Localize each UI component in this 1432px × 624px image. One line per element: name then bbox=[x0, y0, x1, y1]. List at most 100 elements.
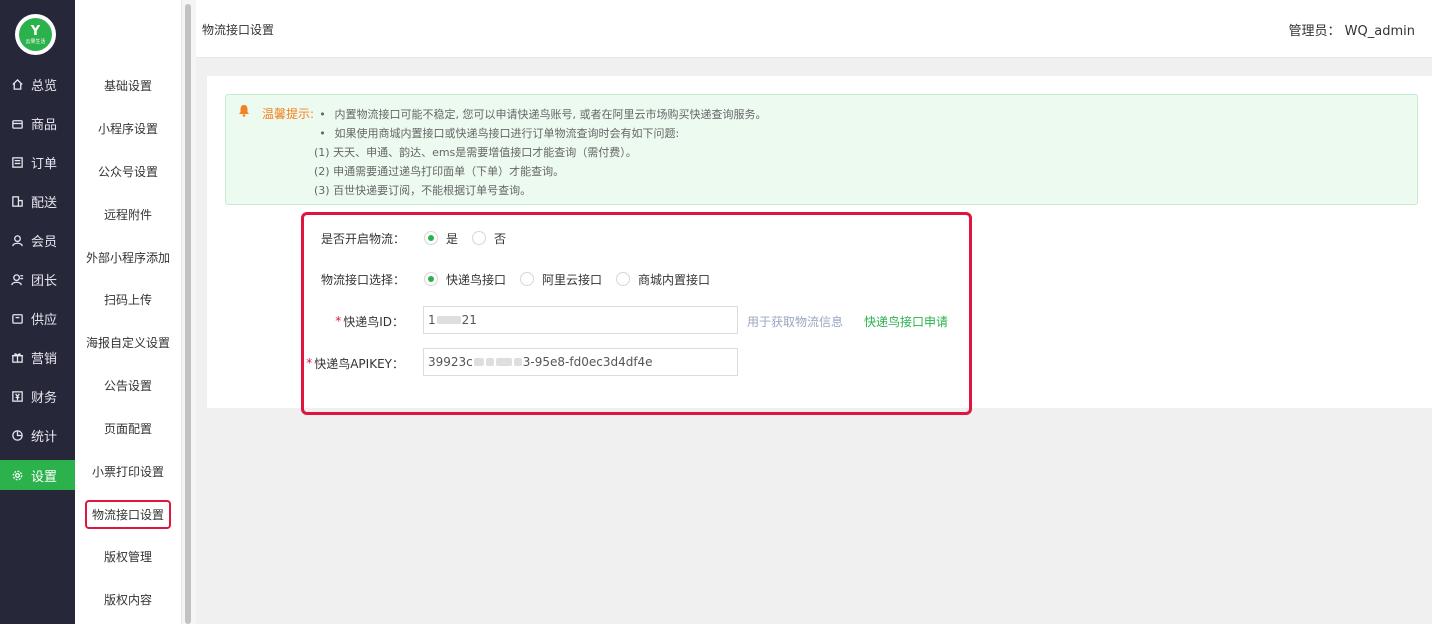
required-mark: * bbox=[306, 356, 313, 370]
nav-item-stats[interactable]: 统计 bbox=[0, 420, 75, 450]
enable-no-label[interactable]: 否 bbox=[494, 230, 506, 247]
submenu-label: 页面配置 bbox=[103, 422, 152, 436]
nav-item-orders[interactable]: 订单 bbox=[0, 147, 75, 177]
delivery-icon bbox=[10, 194, 24, 208]
stats-icon bbox=[10, 428, 24, 442]
aliyun-radio[interactable] bbox=[520, 272, 535, 286]
submenu-item-notice[interactable]: 公告设置 bbox=[75, 377, 181, 394]
masked-text bbox=[495, 358, 512, 366]
submenu-item-external-miniprogram[interactable]: 外部小程序添加 bbox=[75, 249, 181, 266]
enable-yes-label[interactable]: 是 bbox=[446, 230, 458, 247]
submenu-item-logistics[interactable]: 物流接口设置 bbox=[75, 500, 181, 529]
tip-line: (1) 天天、申通、韵达、ems是需要增值接口才能查询（需付费）。 bbox=[314, 143, 766, 162]
kdniao-id-hint: 用于获取物流信息 bbox=[747, 315, 844, 329]
finance-icon bbox=[10, 389, 24, 403]
submenu-item-basic[interactable]: 基础设置 bbox=[75, 77, 181, 94]
api-select-row: 物流接口选择： 快递鸟接口 阿里云接口 商城内置接口 bbox=[321, 270, 724, 288]
submenu-label: 基础设置 bbox=[103, 79, 152, 93]
nav-item-marketing[interactable]: 营销 bbox=[0, 342, 75, 372]
submenu-label: 外部小程序添加 bbox=[85, 251, 170, 265]
submenu-item-copyright[interactable]: 版权管理 bbox=[75, 548, 181, 565]
kdniao-key-label-wrap: * 快递鸟APIKEY： bbox=[306, 354, 404, 372]
page-title: 物流接口设置 bbox=[202, 23, 275, 37]
submenu-label: 物流接口设置 bbox=[84, 500, 171, 529]
tip-text: 内置物流接口可能不稳定, 您可以申请快递鸟账号, 或者在阿里云市场购买快递查询服… bbox=[334, 108, 767, 121]
kdniao-id-label: 快递鸟ID： bbox=[343, 314, 404, 329]
nav-item-overview[interactable]: 总览 bbox=[0, 69, 75, 99]
tip-label: 温馨提示: bbox=[262, 107, 315, 121]
leader-icon bbox=[10, 272, 24, 286]
member-icon bbox=[10, 233, 24, 247]
required-mark: * bbox=[335, 314, 342, 328]
builtin-radio[interactable] bbox=[616, 272, 631, 286]
tip-box: 温馨提示: • 内置物流接口可能不稳定, 您可以申请快递鸟账号, 或者在阿里云市… bbox=[225, 94, 1418, 205]
nav-label: 配送 bbox=[31, 195, 58, 211]
submenu-item-page-config[interactable]: 页面配置 bbox=[75, 420, 181, 437]
masked-text bbox=[513, 358, 522, 366]
tip-text: (3) 百世快递要订阅，不能根据订单号查询。 bbox=[314, 184, 532, 197]
submenu-label: 版权内容 bbox=[103, 593, 152, 607]
kdniao-apikey-input[interactable]: 39923c 3-95e8-fd0ec3d4df4e bbox=[423, 348, 738, 376]
submenu-scrollbar[interactable] bbox=[185, 4, 191, 624]
home-icon bbox=[10, 77, 24, 91]
nav-item-members[interactable]: 会员 bbox=[0, 225, 75, 255]
submenu-item-official-account[interactable]: 公众号设置 bbox=[75, 163, 181, 180]
kdniao-label[interactable]: 快递鸟接口 bbox=[446, 271, 506, 288]
aliyun-label[interactable]: 阿里云接口 bbox=[542, 271, 602, 288]
kdniao-apply-link[interactable]: 快递鸟接口申请 bbox=[864, 313, 948, 330]
submenu-item-miniprogram[interactable]: 小程序设置 bbox=[75, 120, 181, 137]
kdniao-id-value-end: 21 bbox=[461, 313, 477, 327]
kdniao-key-label: 快递鸟APIKEY： bbox=[314, 356, 404, 371]
submenu-label: 扫码上传 bbox=[103, 293, 152, 307]
nav-label: 团长 bbox=[31, 273, 58, 289]
nav-label: 统计 bbox=[31, 429, 58, 445]
kdniao-id-input[interactable]: 1 21 bbox=[423, 306, 738, 334]
top-header: 物流接口设置 管理员： WQ_admin bbox=[196, 0, 1432, 58]
builtin-label[interactable]: 商城内置接口 bbox=[638, 271, 710, 288]
enable-no-radio[interactable] bbox=[472, 231, 487, 245]
tip-lines: • 内置物流接口可能不稳定, 您可以申请快递鸟账号, 或者在阿里云市场购买快递查… bbox=[314, 105, 766, 200]
api-select-label: 物流接口选择： bbox=[321, 272, 406, 287]
tip-line: • 内置物流接口可能不稳定, 您可以申请快递鸟账号, 或者在阿里云市场购买快递查… bbox=[314, 105, 766, 124]
app-logo[interactable]: Y 云果生活 bbox=[15, 14, 56, 55]
submenu-label: 版权管理 bbox=[103, 550, 152, 564]
submenu-item-receipt-print[interactable]: 小票打印设置 bbox=[75, 463, 181, 480]
nav-item-finance[interactable]: 财务 bbox=[0, 381, 75, 411]
logo-letter: Y bbox=[30, 23, 41, 39]
kdniao-radio[interactable] bbox=[424, 272, 438, 286]
submenu-label: 公告设置 bbox=[103, 379, 152, 393]
kdniao-id-label-wrap: * 快递鸟ID： bbox=[306, 312, 404, 330]
nav-item-leaders[interactable]: 团长 bbox=[0, 264, 75, 294]
nav-item-supply[interactable]: 供应 bbox=[0, 303, 75, 333]
submenu-label: 海报自定义设置 bbox=[85, 336, 170, 350]
tip-line: (2) 申通需要通过递鸟打印面单（下单）才能查询。 bbox=[314, 162, 766, 181]
nav-item-delivery[interactable]: 配送 bbox=[0, 186, 75, 216]
main-sidebar: Y 云果生活 总览 商品 订单 配送 会员 团长 供应 营销 财务 统计 设置 bbox=[0, 0, 75, 624]
gear-icon bbox=[10, 468, 24, 482]
nav-label: 供应 bbox=[31, 312, 58, 328]
admin-user[interactable]: 管理员： WQ_admin bbox=[1289, 20, 1415, 39]
submenu-item-copyright-content[interactable]: 版权内容 bbox=[75, 591, 181, 608]
submenu-item-remote-attachment[interactable]: 远程附件 bbox=[75, 206, 181, 223]
nav-item-goods[interactable]: 商品 bbox=[0, 108, 75, 138]
tip-text: (1) 天天、申通、韵达、ems是需要增值接口才能查询（需付费）。 bbox=[314, 146, 637, 159]
nav-item-settings[interactable]: 设置 bbox=[0, 460, 75, 490]
submenu-item-scan-upload[interactable]: 扫码上传 bbox=[75, 291, 181, 308]
bullet-dot: • bbox=[319, 127, 326, 140]
submenu-label: 公众号设置 bbox=[97, 165, 158, 179]
submenu-item-poster[interactable]: 海报自定义设置 bbox=[75, 334, 181, 351]
kdniao-id-value-start: 1 bbox=[428, 313, 436, 327]
nav-label: 商品 bbox=[31, 117, 58, 133]
enable-logistics-label: 是否开启物流： bbox=[321, 231, 406, 246]
tip-line: • 如果使用商城内置接口或快递鸟接口进行订单物流查询时会有如下问题: bbox=[314, 124, 766, 143]
enable-yes-radio[interactable] bbox=[424, 231, 438, 245]
bell-icon bbox=[239, 105, 249, 117]
kdniao-key-value-start: 39923c bbox=[428, 355, 473, 369]
submenu-label: 小票打印设置 bbox=[91, 465, 164, 479]
tip-text: 如果使用商城内置接口或快递鸟接口进行订单物流查询时会有如下问题: bbox=[334, 127, 680, 140]
order-icon bbox=[10, 155, 24, 169]
masked-text bbox=[485, 358, 494, 366]
tip-text: (2) 申通需要通过递鸟打印面单（下单）才能查询。 bbox=[314, 165, 565, 178]
submenu-label: 远程附件 bbox=[103, 208, 152, 222]
bullet-dot: • bbox=[319, 108, 326, 121]
